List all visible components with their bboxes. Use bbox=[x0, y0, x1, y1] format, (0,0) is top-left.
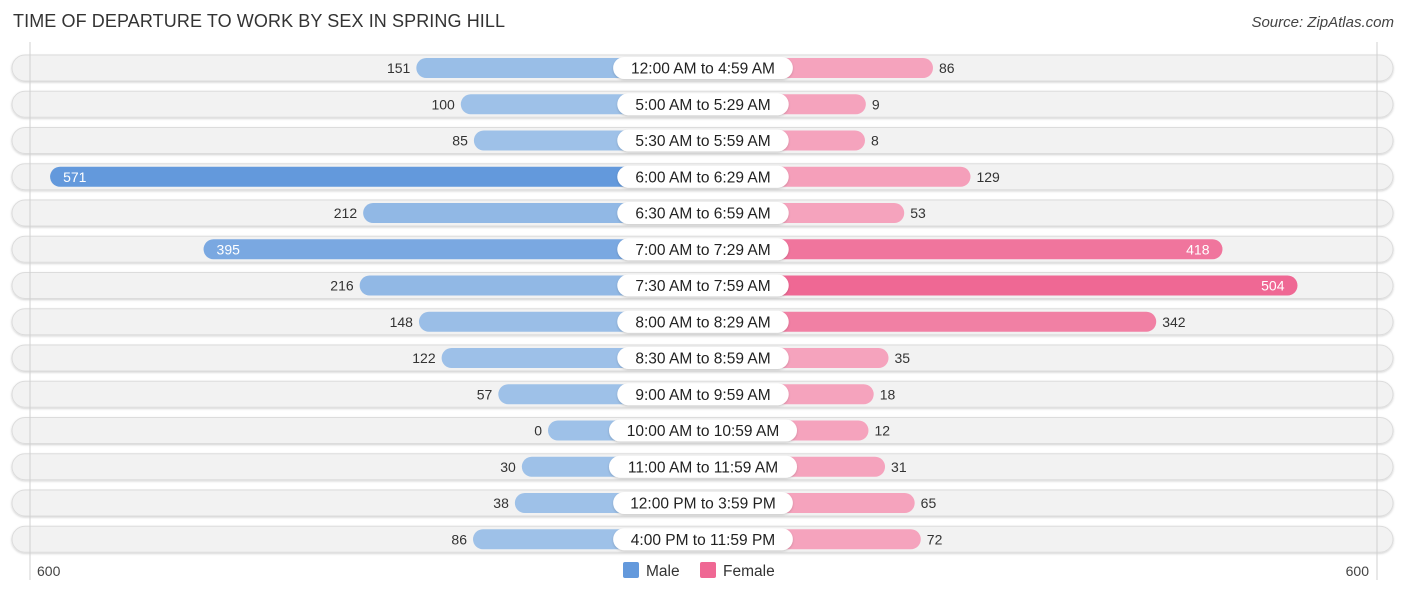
value-label-female: 8 bbox=[871, 133, 879, 149]
category-label: 11:00 AM to 11:59 AM bbox=[628, 459, 778, 476]
category-label: 4:00 PM to 11:59 PM bbox=[631, 532, 775, 549]
row: 395 418 7:00 AM to 7:29 AM bbox=[203, 238, 1223, 261]
value-label-male: 148 bbox=[390, 314, 414, 330]
legend-swatch-female bbox=[700, 562, 716, 578]
value-label-male: 38 bbox=[493, 495, 509, 511]
value-label-male: 86 bbox=[451, 531, 467, 547]
value-label-female: 342 bbox=[1162, 314, 1186, 330]
value-label-female: 9 bbox=[872, 96, 880, 112]
value-label-male: 571 bbox=[63, 169, 87, 185]
axis-label-left: 600 bbox=[37, 563, 61, 579]
category-label: 8:30 AM to 8:59 AM bbox=[635, 351, 770, 368]
value-label-female: 504 bbox=[1261, 278, 1285, 294]
value-label-female: 31 bbox=[891, 459, 907, 475]
value-label-female: 86 bbox=[939, 60, 955, 76]
legend-label-male: Male bbox=[646, 563, 680, 580]
value-label-female: 12 bbox=[874, 423, 890, 439]
row: 0 12 10:00 AM to 10:59 AM bbox=[534, 419, 890, 442]
row: 85 8 5:30 AM to 5:59 AM bbox=[452, 129, 879, 152]
value-label-female: 65 bbox=[921, 495, 937, 511]
row: 212 53 6:30 AM to 6:59 AM bbox=[334, 202, 926, 224]
legend-label-female: Female bbox=[723, 563, 775, 580]
row: 122 35 8:30 AM to 8:59 AM bbox=[412, 347, 910, 369]
bar-male bbox=[50, 166, 703, 187]
category-label: 5:00 AM to 5:29 AM bbox=[635, 97, 770, 114]
value-label-female: 35 bbox=[895, 350, 911, 366]
category-label: 6:30 AM to 6:59 AM bbox=[635, 206, 770, 223]
bar-female bbox=[703, 275, 1298, 296]
row: 216 504 7:30 AM to 7:59 AM bbox=[330, 274, 1298, 297]
legend: Male Female bbox=[623, 562, 775, 580]
legend-swatch-male bbox=[623, 562, 639, 578]
row: 148 342 8:00 AM to 8:29 AM bbox=[390, 310, 1186, 333]
value-label-male: 100 bbox=[431, 96, 455, 112]
row: 151 86 12:00 AM to 4:59 AM bbox=[387, 57, 955, 79]
category-label: 6:00 AM to 6:29 AM bbox=[635, 169, 770, 186]
row: 57 18 9:00 AM to 9:59 AM bbox=[477, 383, 896, 406]
value-label-male: 57 bbox=[477, 386, 493, 402]
value-label-female: 418 bbox=[1186, 241, 1210, 257]
category-label: 7:00 AM to 7:29 AM bbox=[635, 242, 770, 259]
value-label-female: 129 bbox=[976, 169, 1000, 185]
row: 86 72 4:00 PM to 11:59 PM bbox=[451, 528, 943, 551]
value-label-male: 122 bbox=[412, 350, 436, 366]
category-label: 9:00 AM to 9:59 AM bbox=[635, 387, 770, 404]
row: 100 9 5:00 AM to 5:29 AM bbox=[431, 93, 880, 116]
value-label-male: 216 bbox=[330, 278, 354, 294]
row: 38 65 12:00 PM to 3:59 PM bbox=[493, 492, 936, 514]
category-label: 7:30 AM to 7:59 AM bbox=[635, 278, 770, 295]
category-label: 12:00 PM to 3:59 PM bbox=[630, 496, 776, 513]
row: 571 129 6:00 AM to 6:29 AM bbox=[50, 165, 1000, 188]
value-label-female: 53 bbox=[910, 205, 926, 221]
category-label: 12:00 AM to 4:59 AM bbox=[631, 61, 775, 78]
value-label-male: 395 bbox=[217, 241, 241, 257]
row: 30 31 11:00 AM to 11:59 AM bbox=[500, 455, 907, 478]
category-label: 5:30 AM to 5:59 AM bbox=[635, 133, 770, 150]
value-label-male: 30 bbox=[500, 459, 516, 475]
category-label: 10:00 AM to 10:59 AM bbox=[627, 423, 780, 440]
value-label-male: 85 bbox=[452, 133, 468, 149]
value-label-female: 72 bbox=[927, 531, 943, 547]
value-label-male: 151 bbox=[387, 60, 411, 76]
value-label-male: 212 bbox=[334, 205, 358, 221]
category-label: 8:00 AM to 8:29 AM bbox=[635, 314, 770, 331]
chart-canvas: 151 86 12:00 AM to 4:59 AM 100 9 5:00 AM to 5… bbox=[11, 42, 1394, 580]
value-label-female: 18 bbox=[880, 386, 896, 402]
value-label-male: 0 bbox=[534, 423, 542, 439]
axis-label-right: 600 bbox=[1346, 563, 1370, 579]
